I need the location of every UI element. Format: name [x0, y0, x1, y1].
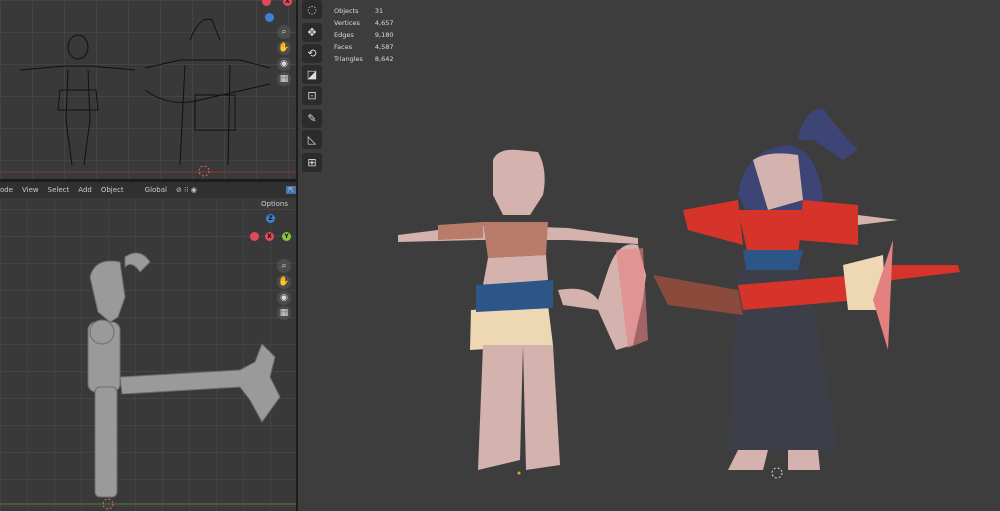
gizmo-neg-x[interactable]: [250, 232, 259, 241]
main-viewport[interactable]: ◌ ✥ ⟲ ◪ ⊡ ✎ ◺ ⊞ Objects 31 Vertices 4,657 …: [298, 0, 1000, 511]
side-viewport[interactable]: ode View Select Add Object Global ⊘ ⁝⁝ ◉…: [0, 182, 296, 511]
base-character: [398, 149, 648, 470]
grid-icon[interactable]: ▦: [277, 306, 291, 320]
hand-pan-icon[interactable]: ✋: [277, 275, 291, 289]
solid-side-model: [0, 252, 296, 510]
wireframe-viewport[interactable]: X ⌕ ✋ ◉ ▦: [0, 0, 296, 179]
hand-pan-icon[interactable]: ✋: [277, 41, 291, 55]
camera-icon[interactable]: ◉: [277, 57, 291, 71]
zoom-icon[interactable]: ⌕: [277, 259, 291, 273]
origin-point: [517, 471, 521, 475]
3d-cursor: [771, 467, 783, 479]
wireframe-models: [0, 18, 296, 177]
zoom-icon[interactable]: ⌕: [277, 25, 291, 39]
gizmo-z-axis[interactable]: Z: [266, 214, 275, 223]
samurai-character: [653, 108, 960, 470]
camera-icon[interactable]: ◉: [277, 291, 291, 305]
gizmo-y-axis[interactable]: Y: [282, 232, 291, 241]
gizmo-x-axis[interactable]: X: [265, 232, 274, 241]
gizmo-z-axis[interactable]: [265, 13, 274, 22]
grid-icon[interactable]: ▦: [277, 72, 291, 86]
3d-cursor: [198, 165, 210, 177]
character-models: [398, 108, 960, 479]
